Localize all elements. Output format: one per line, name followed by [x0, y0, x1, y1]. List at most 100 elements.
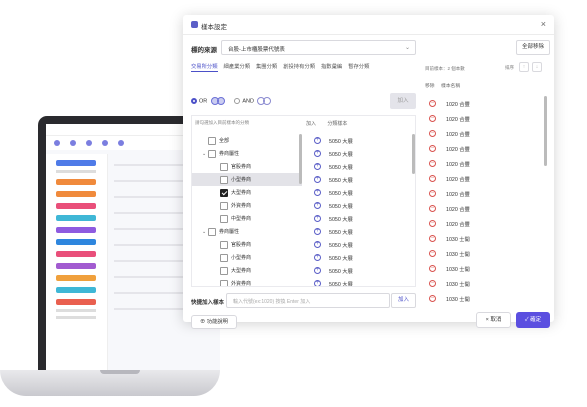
- list-item: − 1030 士開: [423, 276, 543, 291]
- help-icon: ⊕: [200, 319, 207, 325]
- add-icon[interactable]: +: [314, 254, 321, 261]
- tree-item[interactable]: 中型券商: [192, 212, 302, 225]
- cancel-button[interactable]: × 取消: [476, 312, 511, 328]
- tree-checkbox[interactable]: [208, 136, 216, 145]
- tab-industry[interactable]: 細產業分類: [224, 62, 251, 72]
- add-icon[interactable]: +: [314, 150, 321, 157]
- remove-icon[interactable]: −: [429, 235, 436, 242]
- sort-up-button[interactable]: ↑: [519, 62, 529, 72]
- add-icon[interactable]: +: [314, 163, 321, 170]
- list-item-label: 5050 大展: [329, 138, 353, 145]
- category-panel: 請勾選加入目前樣本的分類 全部 ⌄ 券商屬性 官股券商 小型券商 大型券商 外資券商 中型券商…: [191, 115, 416, 287]
- samples-header-remove: 移除: [425, 84, 435, 89]
- tree-checkbox[interactable]: [220, 240, 228, 249]
- remove-icon[interactable]: −: [429, 265, 436, 272]
- tree-checkbox[interactable]: [220, 266, 228, 275]
- add-icon[interactable]: +: [314, 280, 321, 286]
- remove-icon[interactable]: −: [429, 130, 436, 137]
- remove-icon[interactable]: −: [429, 280, 436, 287]
- tree-checkbox[interactable]: [208, 227, 216, 236]
- add-icon[interactable]: +: [314, 241, 321, 248]
- source-select[interactable]: 台股-上市櫃股票代號表 ⌄: [221, 40, 416, 55]
- tree-checkbox[interactable]: [220, 279, 228, 286]
- list-item: +5050 大展: [306, 225, 410, 238]
- tree-checkbox[interactable]: [220, 175, 228, 184]
- tree-item[interactable]: 大型券商: [192, 186, 302, 199]
- clear-all-button[interactable]: 全部移除: [516, 40, 550, 55]
- toolbar-icon: [118, 140, 124, 146]
- help-button[interactable]: ⊕ 功能說明: [191, 315, 237, 329]
- quick-add-input[interactable]: 輸入代號(ex:1020) 按換 Enter 加入: [226, 293, 390, 308]
- list-item-label: 5050 大展: [329, 281, 353, 287]
- remove-icon[interactable]: −: [429, 295, 436, 302]
- tab-exchange[interactable]: 交易所分類: [191, 62, 218, 72]
- samples-scrollbar[interactable]: [544, 96, 547, 166]
- add-icon[interactable]: +: [314, 189, 321, 196]
- or-radio[interactable]: [191, 98, 197, 104]
- add-icon[interactable]: +: [314, 202, 321, 209]
- tree-checkbox[interactable]: [208, 149, 216, 158]
- add-category-button[interactable]: 加入: [390, 93, 416, 109]
- sidebar-block: [56, 251, 96, 257]
- tree-scrollbar[interactable]: [299, 134, 302, 184]
- tree-item-label: 中型券商: [231, 216, 252, 222]
- samples-header-name: 樣本名稱: [440, 84, 461, 89]
- sidebar-block: [56, 215, 96, 221]
- remove-icon[interactable]: −: [429, 115, 436, 122]
- list-item-label: 1020 合豐: [446, 131, 470, 138]
- app-sidebar: [46, 154, 108, 372]
- tree-item-label: 官股券商: [231, 164, 252, 170]
- remove-icon[interactable]: −: [429, 100, 436, 107]
- tree-checkbox[interactable]: [220, 162, 228, 171]
- confirm-button[interactable]: ✓ 確定: [516, 312, 550, 328]
- tree-checkbox[interactable]: [220, 201, 228, 210]
- tab-vc[interactable]: 創投持有分類: [283, 62, 315, 72]
- add-icon[interactable]: +: [314, 228, 321, 235]
- remove-icon[interactable]: −: [429, 160, 436, 167]
- current-samples-panel: 目前樣本：2 個本數 排序 ↑ ↓ 移除 樣本名稱 − 1020 合豐 − 1020 …: [423, 60, 550, 318]
- tree-checkbox[interactable]: [220, 214, 228, 223]
- list-item-label: 1020 合豐: [446, 116, 470, 123]
- remove-icon[interactable]: −: [429, 145, 436, 152]
- tree-item-label: 小型券商: [231, 255, 252, 261]
- tree-item[interactable]: 小型券商: [192, 251, 302, 264]
- tab-temp[interactable]: 暫存分類: [348, 62, 369, 72]
- list-item-label: 5050 大展: [329, 164, 353, 171]
- remove-icon[interactable]: −: [429, 220, 436, 227]
- tree-item[interactable]: 官股券商: [192, 238, 302, 251]
- sample-count: 目前樣本：2 個本數: [425, 66, 465, 71]
- tree-item[interactable]: 外資券商: [192, 199, 302, 212]
- tree-item[interactable]: 全部: [192, 134, 302, 147]
- list-item: +5050 大展: [306, 186, 410, 199]
- list-item-label: 1020 合豐: [446, 191, 470, 198]
- tree-item[interactable]: 外資券商: [192, 277, 302, 286]
- tree-item[interactable]: 小型券商: [192, 173, 302, 186]
- tree-item[interactable]: 大型券商: [192, 264, 302, 277]
- tree-item[interactable]: 官股券商: [192, 160, 302, 173]
- and-radio[interactable]: [234, 98, 241, 104]
- tree-checkbox[interactable]: [220, 188, 228, 197]
- tab-index[interactable]: 指數彙編: [321, 62, 342, 72]
- list-item-label: 5050 大展: [329, 229, 353, 236]
- add-icon[interactable]: +: [314, 215, 321, 222]
- sidebar-line: [56, 316, 96, 319]
- remove-icon[interactable]: −: [429, 190, 436, 197]
- mid-scrollbar[interactable]: [412, 134, 415, 174]
- tree-checkbox[interactable]: [220, 253, 228, 262]
- quick-add-button[interactable]: 加入: [391, 293, 416, 308]
- remove-icon[interactable]: −: [429, 250, 436, 257]
- sidebar-block: [56, 239, 96, 245]
- list-item: +5050 大展: [306, 173, 410, 186]
- remove-icon[interactable]: −: [429, 205, 436, 212]
- add-icon[interactable]: +: [314, 137, 321, 144]
- remove-icon[interactable]: −: [429, 175, 436, 182]
- add-icon[interactable]: +: [314, 176, 321, 183]
- list-item-label: 5050 大展: [329, 177, 353, 184]
- list-item-label: 5050 大展: [329, 203, 353, 210]
- sort-down-button[interactable]: ↓: [532, 62, 542, 72]
- tab-group[interactable]: 集團分類: [256, 62, 277, 72]
- add-icon[interactable]: +: [314, 267, 321, 274]
- tree-item[interactable]: ⌄ 券商屬性: [192, 147, 302, 160]
- close-icon[interactable]: ×: [541, 19, 546, 29]
- tree-item[interactable]: ⌄ 券商屬性: [192, 225, 302, 238]
